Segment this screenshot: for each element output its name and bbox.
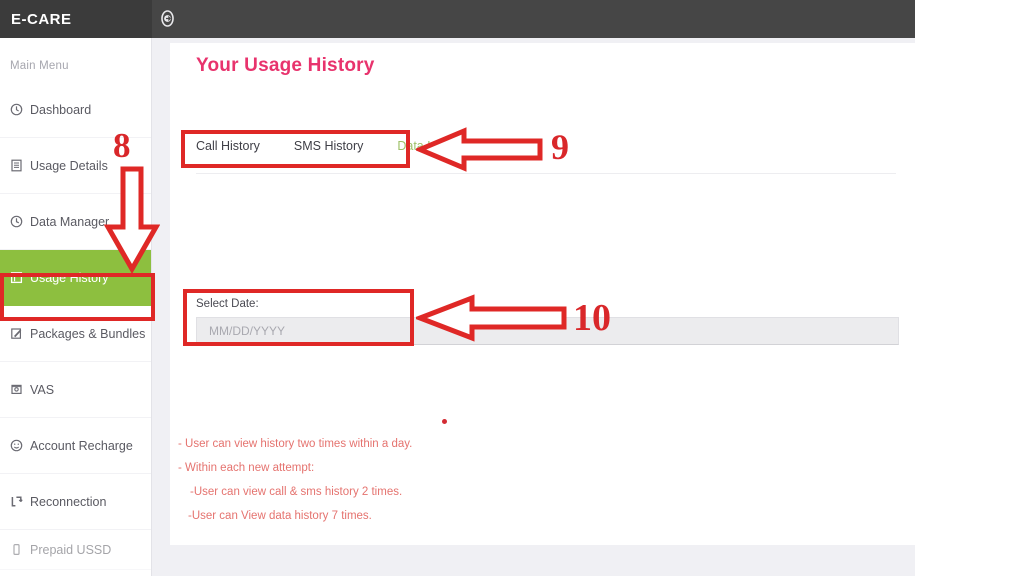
- sidebar-item-label: Account Recharge: [30, 438, 133, 453]
- arrow-circle-right-icon[interactable]: [155, 6, 179, 30]
- sidebar-item-label: Data Manager: [30, 214, 110, 229]
- screenshot-root: E-CARE Main Menu Dashboard Usage Details…: [0, 0, 1024, 576]
- sidebar-item-account-recharge[interactable]: Account Recharge: [0, 418, 151, 474]
- tab-data-history[interactable]: Data History: [397, 135, 466, 157]
- sidebar-section-label: Main Menu: [10, 60, 69, 72]
- tabs-divider: [196, 173, 896, 174]
- sidebar-item-label: VAS: [30, 382, 55, 397]
- phone-icon: [9, 542, 24, 557]
- sidebar-item-label: Prepaid USSD: [30, 542, 112, 557]
- box-icon: [9, 382, 24, 397]
- note-line: - User can view history two times within…: [178, 438, 413, 450]
- sidebar-item-usage-details[interactable]: Usage Details: [0, 138, 151, 194]
- sidebar-item-reconnection[interactable]: Reconnection: [0, 474, 151, 530]
- sidebar-item-data-manager[interactable]: Data Manager: [0, 194, 151, 250]
- sidebar-item-label: Usage History: [30, 270, 109, 285]
- sidebar-item-usage-history[interactable]: Usage History: [0, 250, 151, 306]
- edit-square-icon: [9, 326, 24, 341]
- sidebar-item-label: Usage Details: [30, 158, 108, 173]
- smiley-icon: [9, 438, 24, 453]
- content-area: Your Usage History Call History SMS Hist…: [152, 38, 915, 576]
- sidebar-item-vas[interactable]: VAS: [0, 362, 151, 418]
- note-line: -User can View data history 7 times.: [188, 510, 372, 522]
- usage-notes: - User can view history two times within…: [178, 432, 412, 528]
- sidebar-item-dashboard[interactable]: Dashboard: [0, 82, 151, 138]
- sidebar-item-label: Reconnection: [30, 494, 107, 509]
- clock-icon: [9, 214, 24, 229]
- select-date-input[interactable]: [196, 317, 899, 345]
- sidebar-item-packages-bundles[interactable]: Packages & Bundles: [0, 306, 151, 362]
- sidebar-item-label: Dashboard: [30, 102, 92, 117]
- note-line: - Within each new attempt:: [178, 462, 315, 474]
- sidebar: Main Menu Dashboard Usage Details Data M…: [0, 38, 152, 576]
- tab-call-history[interactable]: Call History: [196, 135, 260, 157]
- note-line: -User can view call & sms history 2 time…: [190, 486, 403, 498]
- brand-logo[interactable]: E-CARE: [0, 0, 152, 38]
- select-date-label: Select Date:: [196, 298, 259, 310]
- sidebar-item-prepaid-ussd[interactable]: Prepaid USSD: [0, 530, 151, 570]
- page-title: Your Usage History: [196, 55, 375, 76]
- clock-icon: [9, 102, 24, 117]
- select-date-field: Select Date:: [196, 298, 899, 345]
- top-bar: E-CARE: [0, 0, 915, 38]
- sidebar-item-label: Packages & Bundles: [30, 326, 146, 341]
- tab-sms-history[interactable]: SMS History: [294, 135, 363, 157]
- red-dot-marker: [442, 419, 447, 424]
- refresh-arrow-icon: [9, 494, 24, 509]
- list-report-icon: [9, 158, 24, 173]
- app-viewport: E-CARE Main Menu Dashboard Usage Details…: [0, 0, 915, 576]
- tabs-row: Call History SMS History Data History: [196, 135, 500, 157]
- calendar-icon: [9, 270, 24, 285]
- usage-history-panel: Your Usage History Call History SMS Hist…: [170, 43, 915, 545]
